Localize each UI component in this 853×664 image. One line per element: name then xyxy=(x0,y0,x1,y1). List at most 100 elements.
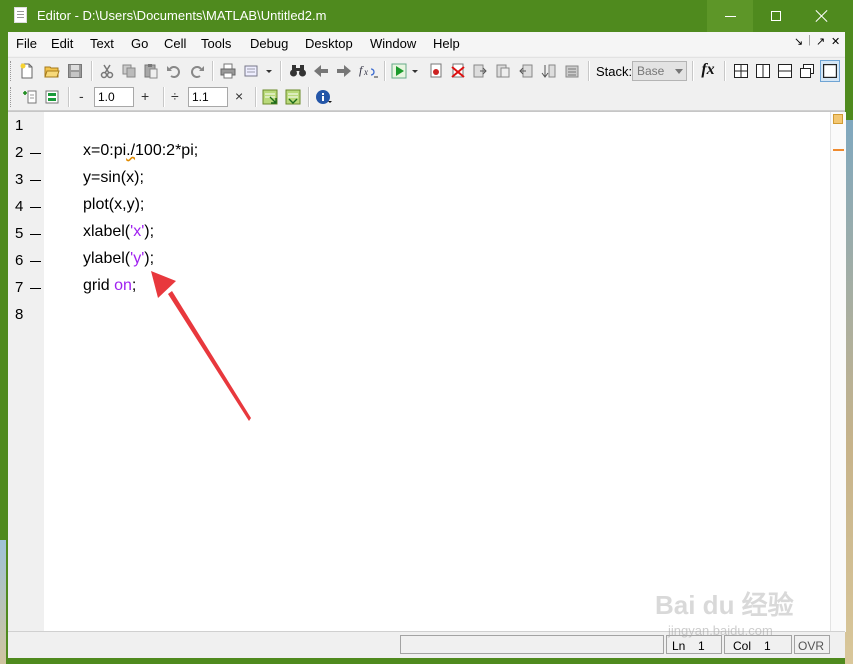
step-icon[interactable] xyxy=(471,62,489,80)
save-icon[interactable] xyxy=(66,62,84,80)
close-doc-icon[interactable]: ✕ xyxy=(831,35,840,48)
line-number: 4 xyxy=(15,198,24,215)
vertical-scrollbar[interactable] xyxy=(830,112,846,632)
breakpoint-dash[interactable] xyxy=(30,288,41,289)
fx-label: fx xyxy=(701,61,715,78)
breakpoint-dash[interactable] xyxy=(30,207,41,208)
menu-desktop[interactable]: Desktop xyxy=(305,36,353,51)
toolbar-separator xyxy=(384,61,386,81)
code-text: y=sin(x); xyxy=(83,169,144,186)
code-line[interactable]: y=sin(x); xyxy=(83,169,144,187)
code-editor[interactable]: 1 2 3 4 5 6 7 8 x=0:pi./100:2*pi; y=sin(… xyxy=(8,111,846,632)
code-text: x=0:pi./100:2*pi; xyxy=(83,142,199,159)
increment-button[interactable]: + xyxy=(141,88,149,104)
dock-arrow-icon[interactable]: ↘ xyxy=(794,35,803,48)
warning-marker[interactable] xyxy=(833,149,844,151)
continue-icon[interactable] xyxy=(540,62,558,80)
tile-grid-icon[interactable] xyxy=(732,62,750,80)
insert-cell-icon[interactable] xyxy=(20,88,38,106)
line-number: 5 xyxy=(15,225,24,242)
cell-list-icon[interactable] xyxy=(43,88,61,106)
exit-debug-icon[interactable] xyxy=(563,62,581,80)
menu-window[interactable]: Window xyxy=(370,36,416,51)
close-icon xyxy=(816,10,828,22)
forward-arrow-icon[interactable] xyxy=(335,62,353,80)
menu-debug[interactable]: Debug xyxy=(250,36,288,51)
line-number: 7 xyxy=(15,279,24,296)
evaluate-advance-icon[interactable] xyxy=(284,88,302,106)
evaluate-cell-icon[interactable] xyxy=(261,88,279,106)
menu-edit[interactable]: Edit xyxy=(51,36,73,51)
float-window-icon[interactable] xyxy=(798,62,816,80)
publish-dropdown-icon[interactable] xyxy=(264,62,274,80)
menu-tools[interactable]: Tools xyxy=(201,36,231,51)
line-number: 1 xyxy=(15,117,24,134)
desktop-background-left xyxy=(0,540,6,664)
run-icon[interactable] xyxy=(390,62,408,80)
function-browser-icon[interactable]: fx xyxy=(358,61,378,79)
split-horizontal-icon[interactable] xyxy=(776,62,794,80)
toolbar-grip xyxy=(10,61,14,81)
run-dropdown-icon[interactable] xyxy=(410,62,420,80)
split-vertical-icon[interactable] xyxy=(754,62,772,80)
line-number: 6 xyxy=(15,252,24,269)
toolbar-separator xyxy=(692,61,694,81)
undo-icon[interactable] xyxy=(165,62,183,80)
breakpoint-dash[interactable] xyxy=(30,261,41,262)
info-icon[interactable] xyxy=(315,88,333,106)
document-icon xyxy=(14,7,27,23)
menu-file[interactable]: File xyxy=(16,36,37,51)
breakpoint-dash[interactable] xyxy=(30,153,41,154)
breakpoint-dash[interactable] xyxy=(30,234,41,235)
close-button[interactable] xyxy=(799,0,845,32)
back-arrow-icon[interactable] xyxy=(312,62,330,80)
window-title: Editor - D:\Users\Documents\MATLAB\Untit… xyxy=(37,8,327,23)
undock-icon[interactable]: ↗ xyxy=(816,35,825,48)
set-breakpoint-icon[interactable] xyxy=(427,62,445,80)
stack-label: Stack: xyxy=(596,64,633,79)
line-number: 2 xyxy=(15,144,24,161)
decrement-button[interactable]: - xyxy=(79,88,84,104)
minimize-button[interactable] xyxy=(707,0,753,32)
divide-button[interactable]: ÷ xyxy=(171,88,179,104)
code-text: plot(x,y); xyxy=(83,196,145,213)
toolbar-separator xyxy=(724,61,726,81)
stack-dropdown[interactable]: Base xyxy=(632,61,687,81)
analyzer-status-indicator[interactable] xyxy=(833,114,843,124)
print-icon[interactable] xyxy=(219,62,237,80)
step-in-icon[interactable] xyxy=(494,62,512,80)
breakpoint-dash[interactable] xyxy=(30,180,41,181)
title-bar[interactable]: Editor - D:\Users\Documents\MATLAB\Untit… xyxy=(0,0,853,32)
menu-text[interactable]: Text xyxy=(90,36,114,51)
code-line[interactable]: x=0:pi./100:2*pi; xyxy=(83,142,198,160)
menu-cell[interactable]: Cell xyxy=(164,36,186,51)
open-folder-icon[interactable] xyxy=(43,62,61,80)
status-message-field xyxy=(400,635,664,654)
overwrite-field: OVR xyxy=(794,635,830,654)
menu-bar: File Edit Text Go Cell Tools Debug Deskt… xyxy=(8,32,845,56)
redo-icon[interactable] xyxy=(188,62,206,80)
clear-breakpoints-icon[interactable] xyxy=(449,62,467,80)
new-file-icon[interactable] xyxy=(18,62,36,80)
maximize-button[interactable] xyxy=(753,0,799,32)
toolbar-grip xyxy=(10,87,14,107)
cell-value-field-2[interactable] xyxy=(188,87,228,107)
step-out-icon[interactable] xyxy=(517,62,535,80)
toolbar-separator xyxy=(163,87,165,107)
find-binoculars-icon[interactable] xyxy=(289,62,307,80)
cell-value-field-1[interactable] xyxy=(94,87,134,107)
menu-help[interactable]: Help xyxy=(433,36,460,51)
code-line[interactable]: plot(x,y); xyxy=(83,196,144,214)
code-line[interactable]: xlabel('x'); xyxy=(83,223,154,241)
cut-icon[interactable] xyxy=(98,62,116,80)
publish-icon[interactable] xyxy=(244,62,262,80)
code-line[interactable]: grid on; xyxy=(83,277,136,295)
copy-icon[interactable] xyxy=(120,62,138,80)
maximize-doc-button[interactable] xyxy=(820,60,840,82)
function-hint-icon[interactable]: fx xyxy=(698,61,718,79)
code-line[interactable]: ylabel('y'); xyxy=(83,250,154,268)
toolbar-separator xyxy=(588,61,590,81)
paste-icon[interactable] xyxy=(142,62,160,80)
menu-go[interactable]: Go xyxy=(131,36,148,51)
multiply-button[interactable]: × xyxy=(235,88,243,104)
